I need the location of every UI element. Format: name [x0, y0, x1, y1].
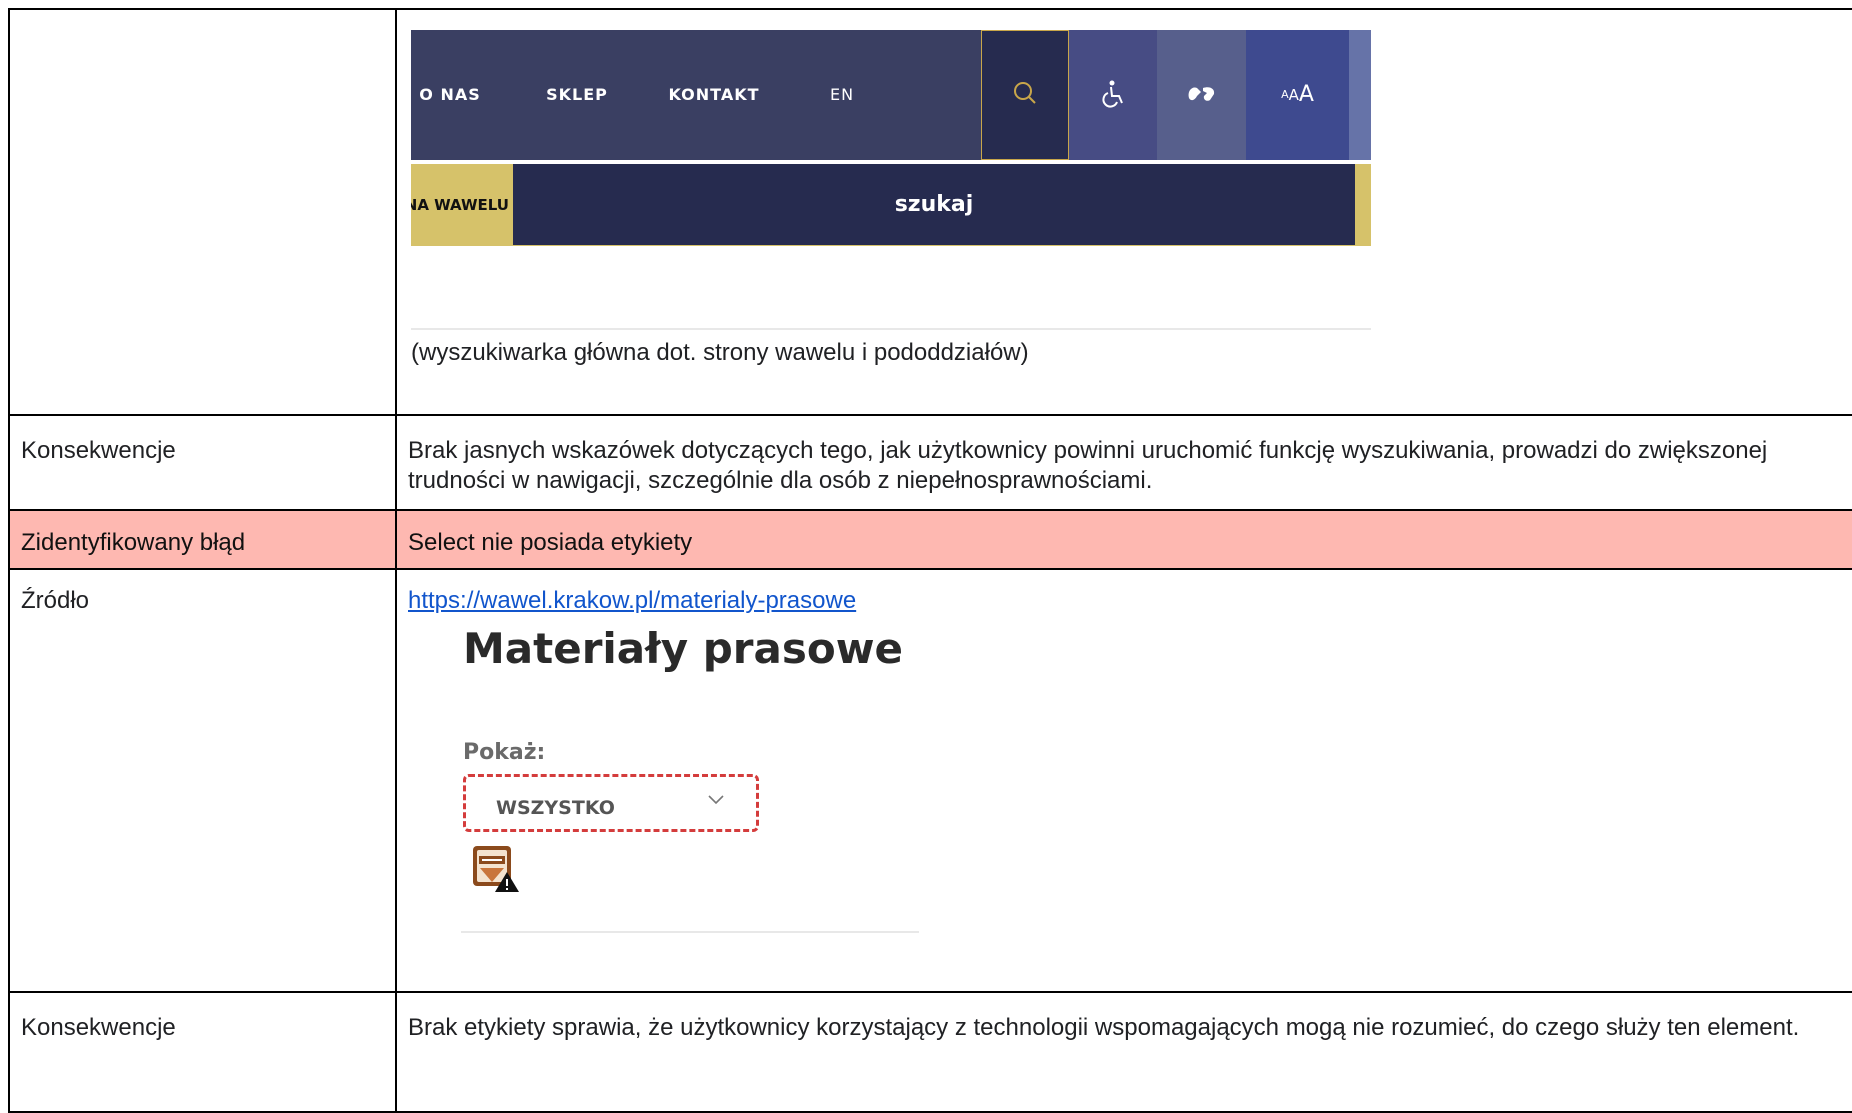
label-source: Źródło — [21, 587, 90, 614]
form-label-warning-icon — [473, 846, 519, 892]
divider — [411, 328, 1371, 330]
chevron-down-icon — [708, 795, 724, 805]
label-consequences: Konsekwencje — [8, 414, 397, 511]
sign-language-button[interactable] — [1157, 30, 1246, 160]
nav-item-en[interactable]: EN — [819, 30, 865, 160]
sign-language-icon — [1188, 87, 1215, 101]
search-submit-button[interactable]: szukaj — [513, 164, 1355, 245]
nav-screenshot: O NAS SKLEP KONTAKT EN A A A NA WAWELU s… — [411, 30, 1371, 246]
search-caption: (wyszukiwarka główna dot. strony wawelu … — [411, 339, 1029, 366]
select-value: WSZYSTKO — [496, 797, 615, 819]
source-link[interactable]: https://wawel.krakow.pl/materialy-prasow… — [408, 587, 856, 614]
audit-table: O NAS SKLEP KONTAKT EN A A A NA WAWELU s… — [8, 8, 1852, 1113]
table-row: O NAS SKLEP KONTAKT EN A A A NA WAWELU s… — [8, 8, 1852, 416]
content-cell-source: https://wawel.krakow.pl/materialy-prasow… — [395, 568, 1852, 993]
nav-item-o-nas[interactable]: O NAS — [411, 30, 489, 160]
document-page: O NAS SKLEP KONTAKT EN A A A NA WAWELU s… — [0, 0, 1852, 1113]
accessibility-button[interactable] — [1069, 30, 1157, 160]
table-row: Konsekwencje Brak etykiety sprawia, że u… — [8, 991, 1852, 1113]
divider — [461, 931, 919, 933]
filter-label: Pokaż: — [463, 740, 546, 765]
press-page-title: Materiały prasowe — [463, 624, 903, 673]
font-size-button[interactable]: AAA — [1246, 30, 1349, 160]
label-consequences: Konsekwencje — [8, 991, 397, 1113]
nav-item-kontakt[interactable]: KONTAKT — [659, 30, 769, 160]
search-icon — [1014, 82, 1036, 104]
table-row: Konsekwencje Brak jasnych wskazówek doty… — [8, 414, 1852, 511]
label-cell-empty — [8, 8, 397, 416]
table-row-error: Zidentyfikowany błąd Select nie posiada … — [8, 509, 1852, 570]
consequences-text: Brak jasnych wskazówek dotyczących tego,… — [395, 414, 1852, 511]
content-cell-nav: O NAS SKLEP KONTAKT EN A A A NA WAWELU s… — [395, 8, 1852, 416]
nav-item-sklep[interactable]: SKLEP — [527, 30, 627, 160]
nav-edge-button — [1349, 30, 1371, 160]
cropped-banner-text: W NA WAWELU — [411, 196, 509, 214]
consequences-text: Brak etykiety sprawia, że użytkownicy ko… — [395, 991, 1852, 1113]
label-identified-error: Zidentyfikowany błąd — [21, 529, 246, 556]
press-materials-screenshot: Materiały prasowe Pokaż: WSZYSTKO — [461, 616, 983, 976]
font-size-icon: AAA — [1281, 82, 1314, 107]
table-row: Źródło https://wawel.krakow.pl/materialy… — [8, 568, 1852, 993]
wheelchair-icon — [1102, 80, 1123, 108]
filter-select[interactable]: WSZYSTKO — [463, 774, 759, 832]
search-toggle-button[interactable] — [981, 30, 1069, 160]
error-text: Select nie posiada etykiety — [408, 529, 693, 556]
